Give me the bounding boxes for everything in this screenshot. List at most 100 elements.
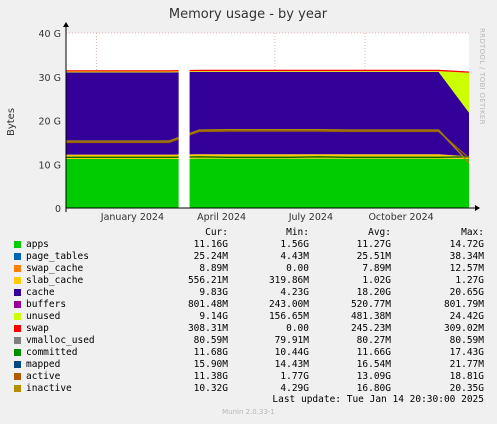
legend-avg-value: 520.77M [350, 299, 391, 310]
legend-cur-value: 9.14G [199, 311, 228, 322]
legend-cur-value: 556.21M [187, 275, 228, 286]
legend-avg-value: 13.09G [356, 371, 391, 382]
legend-name: committed [26, 347, 78, 358]
legend-row: swap_cache 8.89M 0.00 7.89M 12.57M [0, 263, 497, 275]
legend-swatch [14, 289, 21, 296]
legend-min-value: 4.23G [280, 287, 309, 298]
legend-row: committed 11.68G 10.44G 11.66G 17.43G [0, 347, 497, 359]
legend-cur-value: 308.31M [187, 323, 228, 334]
legend-swatch [14, 325, 21, 332]
munin-version: Munin 2.0.33-1 [222, 408, 275, 416]
legend-row: mapped 15.90M 14.43M 16.54M 21.77M [0, 359, 497, 371]
legend-min-value: 156.65M [268, 311, 309, 322]
legend-max-value: 12.57M [449, 263, 484, 274]
legend-name: swap_cache [26, 263, 84, 274]
y-tick-label: 10 G [39, 160, 61, 171]
legend-min-value: 319.86M [268, 275, 309, 286]
legend-header: Cur: Min: Avg: Max: [0, 227, 497, 239]
legend-min-value: 4.43M [280, 251, 309, 262]
legend: Cur: Min: Avg: Max: apps 11.16G 1.56G 11.27… [0, 227, 497, 395]
y-tick-label: 30 G [39, 73, 61, 84]
legend-max-value: 80.59M [449, 335, 484, 346]
line-committed [66, 156, 470, 159]
x-tick-label: April 2024 [197, 212, 246, 223]
legend-max-value: 1.27G [455, 275, 484, 286]
legend-max-value: 14.72G [449, 239, 484, 250]
legend-cur-value: 25.24M [193, 251, 228, 262]
legend-min-value: 1.77G [280, 371, 309, 382]
legend-cur-value: 11.16G [193, 239, 228, 250]
chart-title: Memory usage - by year [169, 7, 328, 22]
legend-max-value: 20.35G [449, 383, 484, 394]
legend-avg-value: 16.54M [356, 359, 391, 370]
area-cache [66, 71, 469, 157]
legend-min-value: 0.00 [286, 323, 309, 334]
legend-name: mapped [26, 359, 61, 370]
y-axis-label: Bytes [6, 108, 17, 136]
legend-row: unused 9.14G 156.65M 481.38M 24.42G [0, 311, 497, 323]
legend-name: slab_cache [26, 275, 84, 286]
legend-cur-value: 15.90M [193, 359, 228, 370]
legend-cur-value: 801.48M [187, 299, 228, 310]
area-apps [66, 158, 469, 208]
legend-cur-value: 11.68G [193, 347, 228, 358]
legend-min-value: 4.29G [280, 383, 309, 394]
x-tick-label: July 2024 [288, 212, 333, 223]
legend-min-value: 79.91M [274, 335, 309, 346]
legend-swatch [14, 373, 21, 380]
header-avg: Avg: [368, 227, 391, 238]
legend-row: slab_cache 556.21M 319.86M 1.02G 1.27G [0, 275, 497, 287]
x-axis-arrow [475, 205, 480, 211]
header-min: Min: [286, 227, 309, 238]
legend-row: cache 9.83G 4.23G 18.20G 20.65G [0, 287, 497, 299]
legend-avg-value: 18.20G [356, 287, 391, 298]
legend-cur-value: 8.89M [199, 263, 228, 274]
legend-swatch [14, 385, 21, 392]
y-tick-label: 20 G [39, 117, 61, 128]
legend-cur-value: 9.83G [199, 287, 228, 298]
x-tick-label: October 2024 [368, 212, 433, 223]
legend-max-value: 309.02M [443, 323, 484, 334]
legend-max-value: 20.65G [449, 287, 484, 298]
header-max: Max: [461, 227, 484, 238]
legend-name: apps [26, 239, 49, 250]
legend-cur-value: 80.59M [193, 335, 228, 346]
legend-swatch [14, 313, 21, 320]
legend-avg-value: 11.66G [356, 347, 391, 358]
legend-max-value: 21.77M [449, 359, 484, 370]
legend-cur-value: 11.38G [193, 371, 228, 382]
legend-name: buffers [26, 299, 67, 310]
y-tick-label: 0 [55, 204, 61, 215]
legend-min-value: 1.56G [280, 239, 309, 250]
legend-row: page_tables 25.24M 4.43M 25.51M 38.34M [0, 251, 497, 263]
legend-avg-value: 245.23M [350, 323, 391, 334]
legend-name: unused [26, 311, 61, 322]
legend-min-value: 14.43M [274, 359, 309, 370]
legend-name: swap [26, 323, 49, 334]
legend-avg-value: 1.02G [362, 275, 391, 286]
legend-name: inactive [26, 383, 72, 394]
last-update: Last update: Tue Jan 14 20:30:00 2025 [272, 394, 484, 405]
legend-cur-value: 10.32G [193, 383, 228, 394]
legend-swatch [14, 253, 21, 260]
y-axis-arrow [63, 22, 69, 27]
y-tick-label: 40 G [39, 29, 61, 40]
legend-swatch [14, 277, 21, 284]
legend-avg-value: 481.38M [350, 311, 391, 322]
legend-avg-value: 7.89M [362, 263, 391, 274]
legend-avg-value: 25.51M [356, 251, 391, 262]
rrdtool-credit: RRDTOOL / TOBI OETIKER [478, 28, 486, 125]
legend-row: active 11.38G 1.77G 13.09G 18.81G [0, 371, 497, 383]
legend-avg-value: 16.80G [356, 383, 391, 394]
legend-name: vmalloc_used [26, 335, 95, 346]
data-gap-lines [178, 33, 190, 208]
legend-name: page_tables [26, 251, 89, 262]
legend-row: apps 11.16G 1.56G 11.27G 14.72G [0, 239, 497, 251]
legend-max-value: 38.34M [449, 251, 484, 262]
legend-min-value: 0.00 [286, 263, 309, 274]
legend-avg-value: 11.27G [356, 239, 391, 250]
x-tick-label: January 2024 [100, 212, 164, 223]
legend-name: cache [26, 287, 55, 298]
header-cur: Cur: [205, 227, 228, 238]
legend-swatch [14, 241, 21, 248]
